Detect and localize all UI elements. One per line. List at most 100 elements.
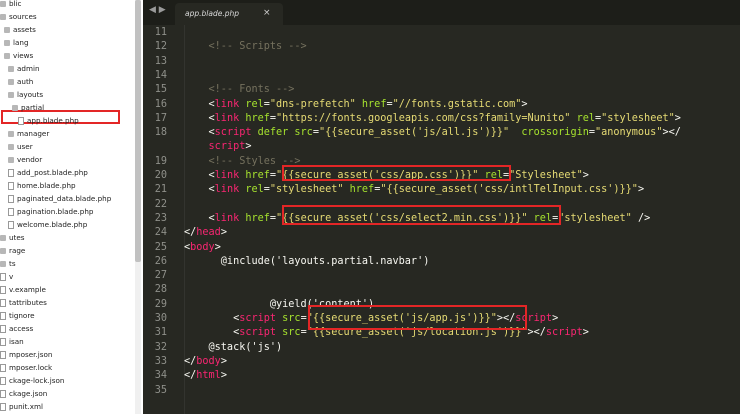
line-number: 26 bbox=[154, 255, 167, 267]
code-line[interactable]: 24 </head> bbox=[143, 225, 740, 240]
sidebar-scroll-thumb[interactable] bbox=[135, 0, 141, 262]
line-number: 20 bbox=[154, 170, 167, 181]
code-line[interactable]: 18 <script defer src="{{secure_asset('js… bbox=[143, 125, 740, 140]
code-token: script bbox=[208, 141, 246, 153]
code-line[interactable]: 34 </html> bbox=[143, 368, 740, 383]
code-line[interactable]: 35 bbox=[143, 383, 740, 398]
sidebar-item-label: isan bbox=[9, 337, 24, 346]
file-icon bbox=[0, 286, 6, 294]
sidebar-item[interactable]: ts bbox=[0, 257, 16, 270]
sidebar-item[interactable]: assets bbox=[4, 23, 36, 36]
sidebar-item-label: mposer.lock bbox=[9, 363, 53, 372]
code-line[interactable]: 33 </body> bbox=[143, 354, 740, 369]
code-token: > bbox=[220, 355, 227, 367]
sidebar-item[interactable]: lang bbox=[4, 36, 29, 49]
code-line[interactable]: 25 <body> bbox=[143, 240, 740, 255]
code-token: head bbox=[196, 227, 221, 239]
sidebar-item[interactable]: partial bbox=[12, 101, 44, 114]
code-line[interactable]: 17 <link href="https://fonts.googleapis.… bbox=[143, 111, 740, 126]
sidebar-item[interactable]: blic bbox=[0, 0, 22, 10]
code-line[interactable]: script> bbox=[143, 139, 740, 154]
sidebar-item[interactable]: tattributes bbox=[0, 296, 47, 309]
sidebar-item[interactable]: utes bbox=[0, 231, 25, 244]
code-line[interactable]: 15 <!-- Fonts --> bbox=[143, 82, 740, 97]
code-token: < bbox=[184, 98, 215, 110]
line-number: 13 bbox=[154, 55, 167, 67]
code-token: > bbox=[521, 98, 528, 110]
sidebar-item-label: lang bbox=[13, 38, 29, 47]
sidebar-item[interactable]: manager bbox=[8, 127, 49, 140]
sidebar-item[interactable]: user bbox=[8, 140, 33, 153]
code-token: defer src bbox=[251, 127, 313, 139]
file-icon bbox=[0, 325, 6, 333]
folder-icon bbox=[0, 248, 6, 254]
code-line[interactable]: 27 bbox=[143, 268, 740, 283]
sidebar-item-label: partial bbox=[21, 103, 45, 112]
sidebar-item[interactable]: v.example bbox=[0, 283, 46, 296]
sidebar-item[interactable]: welcome.blade.php bbox=[8, 218, 87, 231]
code-line[interactable]: 32 @stack('js') bbox=[143, 340, 740, 355]
code-editor[interactable]: ◀ ▶ app.blade.php × 11 12 <!-- Scripts --… bbox=[143, 0, 740, 414]
tab-app-blade-php[interactable]: app.blade.php × bbox=[175, 3, 283, 25]
file-icon bbox=[0, 390, 6, 398]
sidebar-item[interactable]: v bbox=[0, 270, 13, 283]
code-token: src bbox=[276, 327, 301, 339]
code-line[interactable]: 12 <!-- Scripts --> bbox=[143, 39, 740, 54]
sidebar-item[interactable]: mposer.json bbox=[0, 348, 52, 361]
sidebar-scrollbar[interactable] bbox=[135, 0, 141, 414]
sidebar-item[interactable]: auth bbox=[8, 75, 33, 88]
code-token: "{{secure_asset('js/all.js')}}" bbox=[318, 127, 510, 139]
line-number: 19 bbox=[154, 155, 167, 167]
sidebar-item[interactable]: admin bbox=[8, 62, 40, 75]
tab-nav-arrows[interactable]: ◀ ▶ bbox=[149, 5, 166, 15]
sidebar-item[interactable]: sources bbox=[0, 10, 37, 23]
sidebar-item[interactable]: pagination.blade.php bbox=[8, 205, 93, 218]
code-token: "dns-prefetch" bbox=[269, 98, 356, 110]
sidebar-item-label: auth bbox=[17, 77, 34, 86]
sidebar-item[interactable]: ckage.json bbox=[0, 387, 47, 400]
file-icon bbox=[0, 377, 6, 385]
sidebar-item[interactable]: add_post.blade.php bbox=[8, 166, 88, 179]
sidebar-item-label: vendor bbox=[17, 155, 43, 164]
code-line[interactable]: 13 bbox=[143, 54, 740, 69]
folder-icon bbox=[8, 92, 14, 98]
tab-label: app.blade.php bbox=[185, 9, 239, 18]
sidebar-item[interactable]: paginated_data.blade.php bbox=[8, 192, 111, 205]
line-number: 34 bbox=[154, 370, 167, 382]
code-line[interactable]: 14 bbox=[143, 68, 740, 83]
sidebar-item[interactable]: layouts bbox=[8, 88, 43, 101]
sidebar-item[interactable]: home.blade.php bbox=[8, 179, 76, 192]
sidebar-item[interactable]: rage bbox=[0, 244, 25, 257]
code-line[interactable]: 16 <link rel="dns-prefetch" href="//font… bbox=[143, 97, 740, 112]
sidebar-item[interactable]: tignore bbox=[0, 309, 35, 322]
file-icon bbox=[0, 312, 6, 320]
code-token: ></ bbox=[527, 327, 546, 339]
sidebar-item[interactable]: isan bbox=[0, 335, 24, 348]
code-line[interactable]: 11 bbox=[143, 25, 740, 40]
folder-icon bbox=[0, 1, 6, 7]
sidebar-item-label: rage bbox=[9, 246, 26, 255]
code-line[interactable]: 21 <link rel="stylesheet" href="{{secure… bbox=[143, 182, 740, 197]
sidebar-item-label: welcome.blade.php bbox=[17, 220, 88, 229]
code-text: </body> bbox=[184, 354, 227, 369]
sidebar-item[interactable]: views bbox=[4, 49, 33, 62]
sidebar-item[interactable]: access bbox=[0, 322, 33, 335]
sidebar-item[interactable]: app.blade.php bbox=[18, 114, 79, 127]
code-token: > bbox=[552, 313, 559, 324]
line-number: 30 bbox=[154, 313, 167, 324]
sidebar-item-label: add_post.blade.php bbox=[17, 168, 88, 177]
sidebar-item[interactable]: punit.xml bbox=[0, 400, 43, 413]
code-token: < bbox=[184, 112, 215, 124]
code-line[interactable]: 26 @include('layouts.partial.navbar') bbox=[143, 254, 740, 269]
code-line[interactable]: 28 bbox=[143, 282, 740, 297]
sidebar-item[interactable]: mposer.lock bbox=[0, 361, 52, 374]
file-icon bbox=[8, 221, 14, 229]
sidebar-item[interactable]: vendor bbox=[8, 153, 42, 166]
sidebar-item[interactable]: ckage-lock.json bbox=[0, 374, 64, 387]
code-token: href bbox=[239, 170, 270, 181]
code-token: /> bbox=[631, 212, 651, 224]
close-icon[interactable]: × bbox=[263, 8, 271, 18]
code-text: <!-- Scripts --> bbox=[184, 39, 307, 54]
code-token: "stylesheet" bbox=[558, 212, 632, 224]
